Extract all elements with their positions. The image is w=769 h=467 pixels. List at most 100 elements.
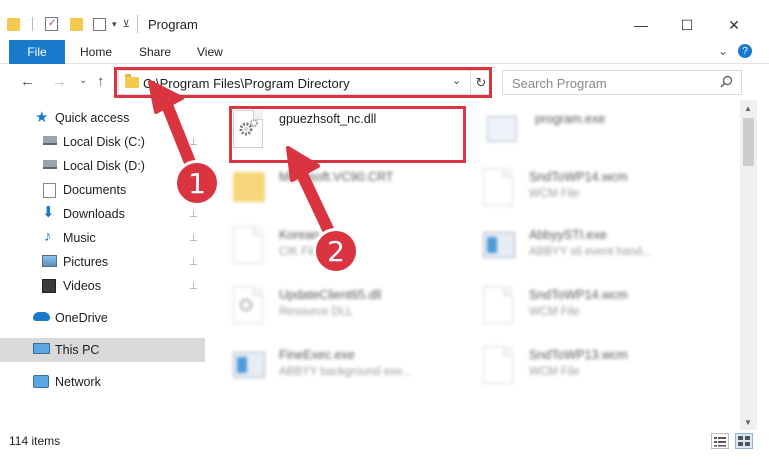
download-icon: ⬇: [42, 204, 55, 221]
scroll-down-icon[interactable]: ▼: [744, 418, 752, 427]
exe-icon: [233, 352, 265, 378]
dll-gear-icon: [233, 286, 263, 324]
sidebar-item-local-disk-d[interactable]: Local Disk (D:): [0, 154, 205, 178]
scroll-up-icon[interactable]: ▲: [744, 104, 752, 113]
address-bar-highlight: [114, 67, 492, 98]
tiles-view-icon: [738, 436, 750, 446]
cloud-icon: [33, 312, 50, 321]
folder-icon: [233, 172, 265, 202]
file-item-updateclient65-dll[interactable]: UpdateClient65.dll Resource DLL: [233, 284, 478, 336]
file-icon: [483, 346, 513, 384]
sidebar-item-downloads[interactable]: ⬇ Downloads ⊥: [0, 202, 205, 226]
file-name: program.exe: [535, 112, 606, 126]
pin-icon[interactable]: ⊥: [189, 209, 198, 220]
file-item-sndtowp13-wcm[interactable]: SndToWP13.wcm WCM File: [483, 344, 728, 396]
file-name: Korean: [279, 228, 320, 242]
scrollbar-thumb[interactable]: [743, 118, 754, 166]
drive-icon: [43, 160, 57, 169]
tab-share[interactable]: Share: [139, 45, 171, 59]
file-name: Microsoft.VC90.CRT: [279, 170, 394, 184]
tab-view[interactable]: View: [197, 45, 223, 59]
file-name: AbbyySTI.exe: [529, 228, 607, 242]
file-item-fineexec-exe[interactable]: FineExec.exe ABBYY background exe...: [233, 344, 478, 396]
sidebar-item-label: Videos: [63, 279, 101, 293]
file-item-program-exe[interactable]: program.exe: [487, 108, 732, 160]
view-options-icon[interactable]: [93, 17, 106, 31]
file-name: SndToWP14.wcm: [529, 170, 628, 184]
file-type: WCM File: [529, 188, 580, 200]
sidebar-item-pictures[interactable]: Pictures ⊥: [0, 250, 205, 274]
file-name: SndToWP14.wcm: [529, 288, 628, 302]
minimize-button[interactable]: —: [626, 12, 656, 38]
sidebar-item-local-disk-c[interactable]: Local Disk (C:) ⊥: [0, 130, 205, 154]
sidebar-item-label: Network: [55, 375, 101, 389]
file-type: WCM File: [529, 306, 580, 318]
search-placeholder: Search Program: [512, 76, 607, 91]
details-view-button[interactable]: [711, 433, 729, 449]
new-folder-icon[interactable]: [70, 17, 83, 31]
file-item-sndtowp14-wcm[interactable]: SndToWP14.wcm WCM File: [483, 166, 728, 218]
file-item-sndtowp14-wcm-2[interactable]: SndToWP14.wcm WCM File: [483, 284, 728, 336]
toolbar-separator: [32, 17, 33, 31]
sidebar-item-onedrive[interactable]: OneDrive: [0, 306, 205, 330]
file-name: SndToWP13.wcm: [529, 348, 628, 362]
videos-icon: [42, 279, 56, 293]
sidebar-item-network[interactable]: Network: [0, 370, 205, 394]
file-highlight: [229, 106, 466, 163]
status-bar: 114 items: [0, 430, 769, 467]
sidebar-item-label: OneDrive: [55, 311, 108, 325]
pin-toolbar-icon[interactable]: ⊻: [123, 19, 130, 30]
title-separator: [137, 15, 138, 33]
close-button[interactable]: ✕: [719, 12, 749, 38]
sidebar-item-videos[interactable]: Videos ⊥: [0, 274, 205, 298]
file-type: Resource DLL: [279, 306, 353, 318]
pin-icon[interactable]: ⊥: [189, 233, 198, 244]
star-icon: ★: [35, 109, 49, 126]
navigation-pane: ★ Quick access Local Disk (C:) ⊥ Local D…: [0, 100, 205, 430]
exe-icon: [487, 116, 517, 142]
documents-icon: [43, 183, 56, 198]
pictures-icon: [42, 255, 57, 267]
sidebar-item-label: Pictures: [63, 255, 109, 269]
file-item-abbyysti-exe[interactable]: AbbyySTI.exe ABBYY sti event hand...: [483, 224, 728, 276]
details-view-icon: [714, 437, 726, 447]
search-input[interactable]: Search Program: [502, 70, 742, 95]
tiles-view-button[interactable]: [735, 433, 753, 449]
forward-arrow-icon[interactable]: →: [52, 73, 67, 90]
pin-icon[interactable]: ⊥: [189, 257, 198, 268]
sidebar-item-label: Local Disk (C:): [63, 135, 145, 149]
pin-icon[interactable]: ⊥: [189, 137, 198, 148]
file-type: WCM File: [529, 366, 580, 378]
sidebar-item-label: Local Disk (D:): [63, 159, 145, 173]
expand-ribbon-icon[interactable]: ⌄: [718, 44, 728, 58]
title-bar: ✓ ▾ ⊻ Program — ☐ ✕: [0, 0, 769, 40]
network-icon: [33, 375, 49, 388]
customize-toolbar-icon[interactable]: ▾: [112, 19, 117, 30]
drive-icon: [43, 136, 57, 145]
sidebar-item-this-pc[interactable]: This PC: [0, 338, 205, 362]
recent-locations-icon[interactable]: ⌄: [79, 75, 87, 86]
callout-badge-2: 2: [313, 228, 359, 274]
file-name: FineExec.exe: [279, 348, 355, 362]
music-icon: ♪: [44, 228, 52, 245]
sidebar-item-quick-access[interactable]: ★ Quick access: [0, 106, 205, 130]
file-type: ABBYY sti event hand...: [529, 246, 652, 258]
help-icon[interactable]: ?: [738, 44, 752, 58]
sidebar-item-label: This PC: [55, 343, 100, 357]
sidebar-item-label: Quick access: [55, 111, 130, 125]
up-arrow-icon[interactable]: ↑: [97, 73, 105, 90]
pin-icon[interactable]: ⊥: [189, 281, 198, 292]
back-arrow-icon[interactable]: ←: [20, 73, 35, 90]
file-name: UpdateClient65.dll: [279, 288, 382, 302]
file-type: ABBYY background exe...: [279, 366, 412, 378]
tab-home[interactable]: Home: [80, 45, 112, 59]
sidebar-item-music[interactable]: ♪ Music ⊥: [0, 226, 205, 250]
folder-icon: [7, 17, 20, 31]
vertical-scrollbar[interactable]: ▲ ▼: [740, 100, 757, 430]
properties-icon[interactable]: ✓: [45, 17, 58, 31]
maximize-button[interactable]: ☐: [672, 12, 702, 38]
sidebar-item-label: Documents: [63, 183, 127, 197]
file-item-vc90-folder[interactable]: Microsoft.VC90.CRT: [233, 166, 478, 218]
quick-access-toolbar: ✓ ▾ ⊻: [7, 14, 130, 34]
tab-file[interactable]: File: [9, 40, 65, 64]
